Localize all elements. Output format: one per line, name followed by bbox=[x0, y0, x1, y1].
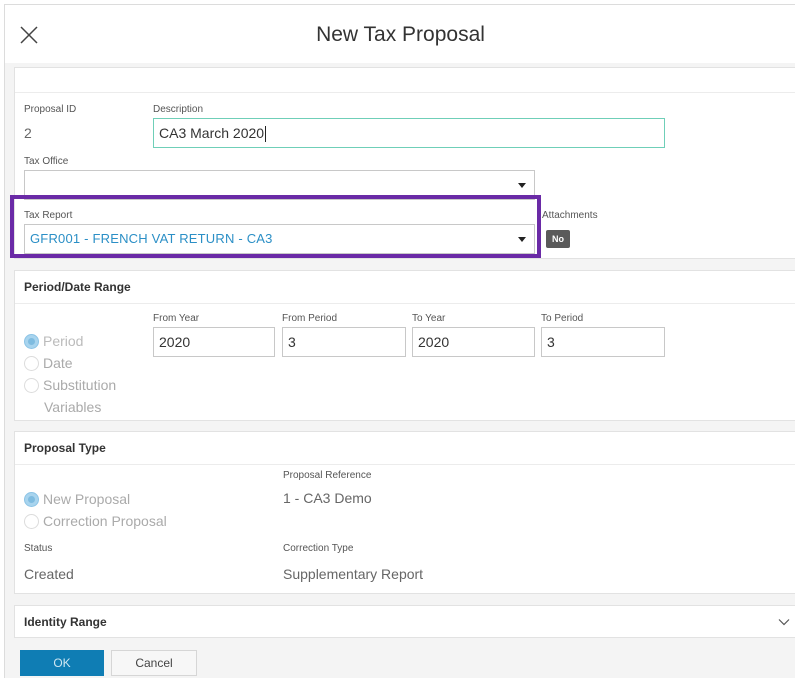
from-period-label: From Period bbox=[282, 313, 338, 324]
period-panel-header: Period/Date Range bbox=[15, 271, 795, 304]
radio-period[interactable]: Period bbox=[24, 333, 83, 349]
to-period-value: 3 bbox=[547, 334, 555, 350]
proposal-reference-value: 1 - CA3 Demo bbox=[283, 490, 372, 506]
dropdown-arrow-icon bbox=[518, 183, 526, 188]
radio-correction-proposal[interactable]: Correction Proposal bbox=[24, 513, 167, 529]
attachments-badge[interactable]: No bbox=[546, 230, 570, 248]
status-value: Created bbox=[24, 566, 74, 582]
proposal-id-label: Proposal ID bbox=[24, 104, 77, 115]
dialog-header: New Tax Proposal bbox=[5, 5, 795, 63]
radio-empty-icon bbox=[24, 377, 39, 393]
proposal-reference-label: Proposal Reference bbox=[283, 470, 372, 481]
general-panel-top-bar bbox=[15, 68, 795, 93]
ok-button[interactable]: OK bbox=[20, 650, 104, 676]
tax-office-label: Tax Office bbox=[24, 156, 69, 167]
correction-type-value: Supplementary Report bbox=[283, 566, 424, 582]
description-value: CA3 March 2020 bbox=[159, 125, 265, 141]
from-year-value: 2020 bbox=[159, 334, 191, 350]
radio-new-proposal-label: New Proposal bbox=[43, 491, 131, 507]
attachments-label: Attachments bbox=[542, 210, 598, 221]
tax-report-highlight-box bbox=[10, 195, 541, 258]
dialog: New Tax Proposal Proposal ID 2 Descripti… bbox=[4, 4, 795, 678]
description-label: Description bbox=[153, 104, 204, 115]
chevron-down-icon[interactable] bbox=[778, 616, 790, 628]
status-label: Status bbox=[24, 543, 53, 554]
proposal-type-panel-header: Proposal Type bbox=[15, 432, 795, 465]
radio-empty-icon bbox=[24, 513, 39, 529]
to-period-input[interactable]: 3 bbox=[541, 327, 665, 357]
identity-range-panel[interactable]: Identity Range bbox=[14, 605, 795, 638]
radio-substitution-label-line2: Variables bbox=[44, 399, 102, 415]
text-cursor bbox=[265, 126, 267, 143]
from-period-value: 3 bbox=[288, 334, 296, 350]
proposal-type-panel: Proposal Type New Proposal Correction Pr… bbox=[14, 431, 795, 594]
cancel-button[interactable]: Cancel bbox=[111, 650, 197, 676]
radio-substitution-variables[interactable]: Substitution bbox=[24, 377, 116, 393]
radio-new-proposal[interactable]: New Proposal bbox=[24, 491, 130, 507]
to-period-label: To Period bbox=[541, 313, 584, 324]
to-year-label: To Year bbox=[412, 313, 446, 324]
radio-substitution-label: Substitution bbox=[43, 377, 117, 393]
from-year-label: From Year bbox=[153, 313, 200, 324]
radio-selected-icon bbox=[24, 491, 39, 507]
to-year-input[interactable]: 2020 bbox=[412, 327, 535, 357]
radio-period-label: Period bbox=[43, 333, 84, 349]
correction-type-label: Correction Type bbox=[283, 543, 354, 554]
to-year-value: 2020 bbox=[418, 334, 450, 350]
radio-date-label: Date bbox=[43, 355, 73, 371]
radio-date[interactable]: Date bbox=[24, 355, 73, 371]
radio-selected-icon bbox=[24, 333, 39, 349]
from-year-input[interactable]: 2020 bbox=[153, 327, 275, 357]
radio-empty-icon bbox=[24, 355, 39, 371]
description-input[interactable]: CA3 March 2020 bbox=[153, 118, 665, 148]
identity-range-panel-header: Identity Range bbox=[24, 615, 107, 629]
radio-correction-proposal-label: Correction Proposal bbox=[43, 513, 167, 529]
dialog-title: New Tax Proposal bbox=[316, 23, 485, 46]
period-panel: Period/Date Range Period Date Substituti… bbox=[14, 270, 795, 421]
proposal-id-value: 2 bbox=[24, 125, 32, 141]
from-period-input[interactable]: 3 bbox=[282, 327, 406, 357]
